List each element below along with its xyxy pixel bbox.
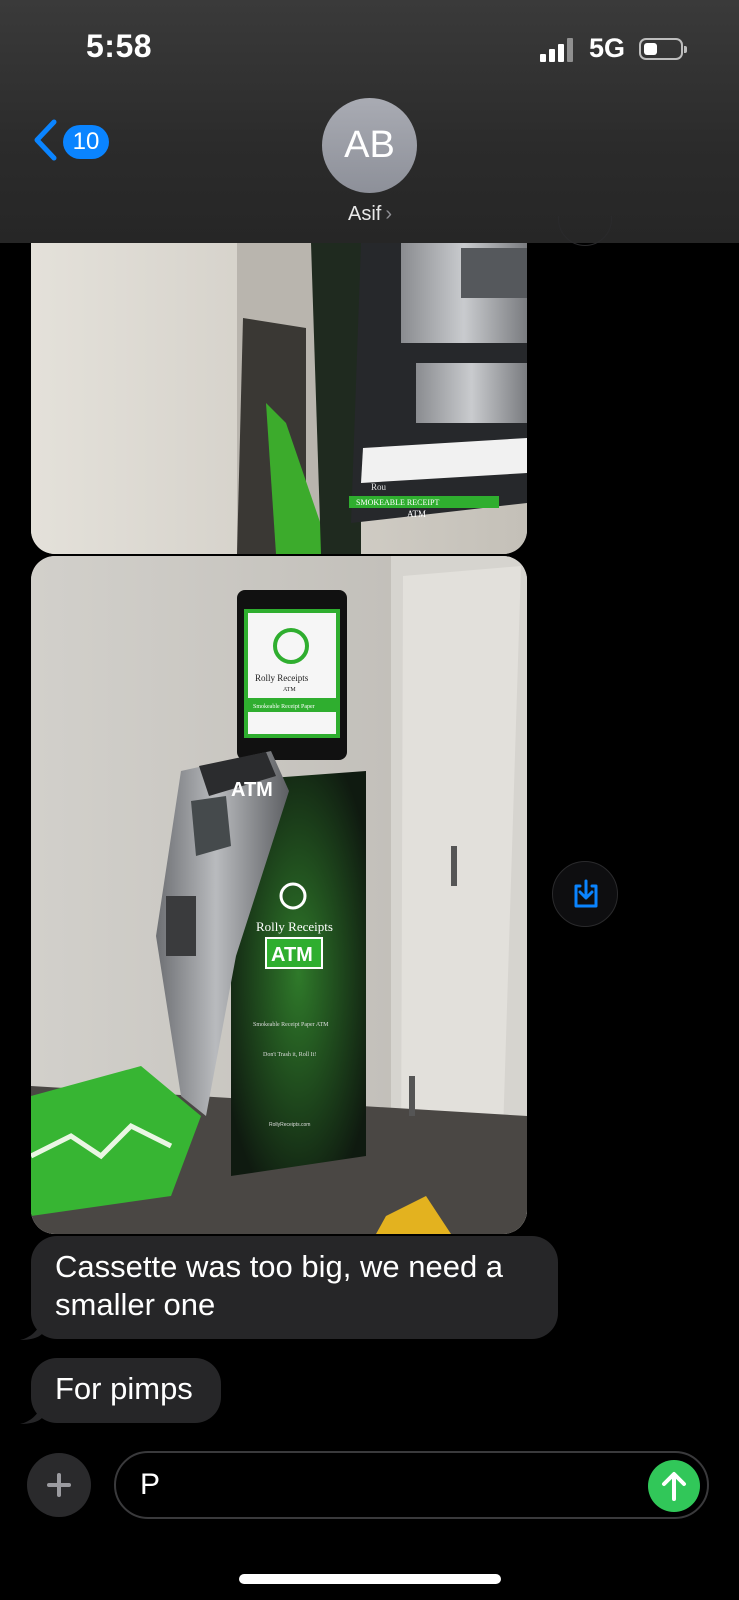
bubble-tail	[20, 1402, 42, 1424]
sign-line1-text: SMOKEABLE RECEIPT	[356, 498, 439, 507]
unread-badge[interactable]: 10	[63, 125, 109, 159]
arrow-up-icon	[662, 1472, 686, 1501]
cabinet-brand-text: Rolly Receipts	[256, 919, 333, 934]
save-to-photos-icon	[574, 879, 598, 908]
cabinet-line2-text: Don't Trash it, Roll It!	[263, 1052, 316, 1058]
cabinet-atm-text: ATM	[271, 944, 313, 966]
sign-brand-text: Rou	[371, 482, 387, 492]
battery-icon	[639, 38, 687, 60]
apps-plus-button[interactable]	[27, 1453, 91, 1517]
atm-topper-label: ATM	[231, 779, 273, 801]
cabinet-line1-text: Smokeable Receipt Paper ATM	[253, 1022, 329, 1028]
status-time: 5:58	[86, 28, 153, 64]
photo-attachment[interactable]: Rolly Receipts ATM Smokeable Receipt Pap…	[31, 556, 527, 1234]
home-indicator[interactable]	[239, 1574, 501, 1584]
message-bubble[interactable]: Cassette was too big, we need a smaller …	[31, 1236, 558, 1339]
contact-name: Asif	[347, 203, 382, 225]
cabinet-site-text: RollyReceipts.com	[269, 1122, 310, 1128]
chevron-right-icon: ›	[385, 203, 392, 225]
send-button[interactable]	[648, 1460, 700, 1512]
save-to-photos-button[interactable]	[552, 861, 618, 927]
message-bubble[interactable]: For pimps	[31, 1358, 221, 1423]
topper-brand-text: Rolly Receipts	[255, 673, 309, 683]
topper-strip-text: Smokeable Receipt Paper	[253, 704, 315, 710]
message-input[interactable]: P	[114, 1451, 709, 1519]
bubble-tail	[20, 1318, 42, 1340]
network-label: 5G	[589, 33, 626, 63]
photo-attachment[interactable]: Rou SMOKEABLE RECEIPT ATM	[31, 243, 527, 554]
avatar[interactable]: AB	[322, 98, 417, 193]
sign-line2-text: ATM	[407, 509, 426, 519]
contact-name-button[interactable]: Asif ›	[330, 203, 410, 226]
atm-photo-full: Rolly Receipts ATM Smokeable Receipt Pap…	[31, 556, 527, 1234]
chevron-left-icon	[34, 119, 57, 161]
atm-photo-close-up: Rou SMOKEABLE RECEIPT ATM	[31, 243, 527, 554]
signal-icon	[540, 38, 578, 62]
topper-sub-text: ATM	[283, 687, 296, 693]
